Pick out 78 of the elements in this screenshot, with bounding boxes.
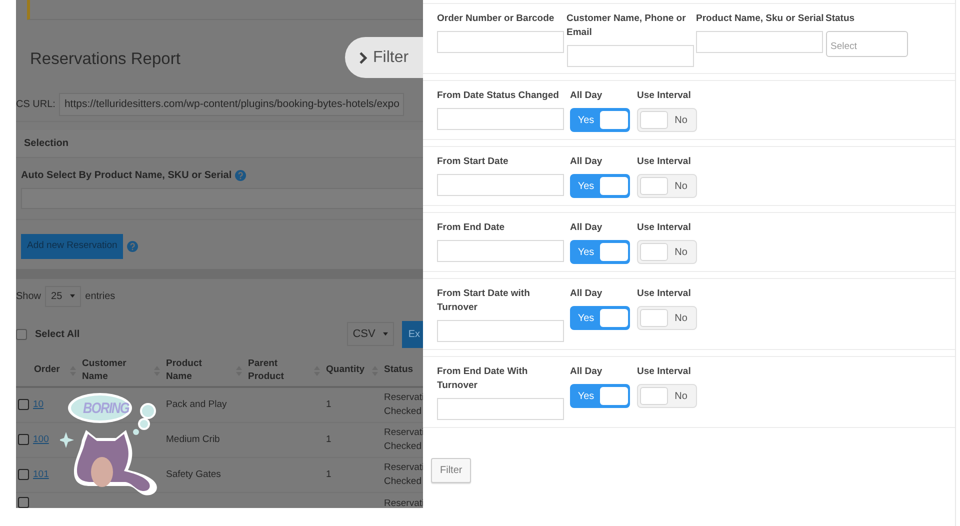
- field-label: From End Date With Turnover: [437, 365, 529, 393]
- url-field[interactable]: https://telluridesitters.com/wp-content/plugins/booking-bytes-hotels/expo: [59, 92, 404, 116]
- toggle-label: All Day: [570, 221, 602, 235]
- checkbox[interactable]: [16, 328, 27, 340]
- filter-button[interactable]: Filter: [431, 458, 472, 483]
- toggle-switch[interactable]: No: [637, 174, 697, 198]
- field-label: From Date Status Changed: [437, 89, 560, 103]
- export-button[interactable]: Ex: [402, 320, 423, 348]
- caret-icon: [383, 332, 388, 336]
- checkbox[interactable]: [18, 496, 29, 508]
- page-title: Reservations Report: [30, 49, 180, 70]
- checkbox[interactable]: [18, 434, 29, 445]
- help-icon: [127, 241, 138, 252]
- field-label: From Start Date with Turnover: [437, 287, 531, 315]
- entries-label: entries: [85, 290, 116, 304]
- column-header[interactable]: Parent Product: [248, 358, 300, 384]
- text-field[interactable]: [566, 45, 694, 67]
- caret-icon: [70, 294, 76, 298]
- url-label: CS URL:: [16, 98, 56, 112]
- order-link[interactable]: 100: [33, 432, 49, 446]
- toggle-switch[interactable]: Yes: [570, 240, 630, 264]
- date-field[interactable]: [437, 320, 564, 342]
- status-select[interactable]: Select: [826, 31, 908, 57]
- toggle-switch[interactable]: No: [637, 108, 697, 132]
- toggle-switch[interactable]: No: [637, 306, 697, 330]
- table-cell: Pack and Play: [166, 399, 227, 410]
- toggle-label: All Day: [570, 365, 602, 379]
- column-header[interactable]: Product Name: [166, 358, 218, 384]
- column-header[interactable]: Status: [384, 364, 414, 377]
- toggle-label: All Day: [570, 287, 602, 301]
- field-label: Status: [826, 12, 856, 26]
- toggle-label: All Day: [570, 89, 602, 103]
- table-cell: Safety Gates: [166, 468, 221, 480]
- text-field[interactable]: [696, 31, 823, 53]
- checkbox[interactable]: [18, 399, 29, 410]
- help-icon: [234, 170, 246, 181]
- date-field[interactable]: [437, 174, 564, 196]
- toggle-switch[interactable]: Yes: [570, 174, 630, 198]
- toggle-switch[interactable]: Yes: [570, 384, 630, 408]
- table-cell: 1: [326, 399, 332, 410]
- entries-select[interactable]: 25: [45, 286, 82, 306]
- field-label: From Start Date: [437, 155, 510, 169]
- date-field[interactable]: [437, 108, 564, 130]
- field-label: Product Name, Sku or Serial: [696, 12, 824, 26]
- toggle-switch[interactable]: Yes: [570, 306, 630, 330]
- column-header[interactable]: Order: [34, 364, 60, 377]
- toggle-label: Use Interval: [637, 221, 691, 235]
- field-label: Order Number or Barcode: [437, 12, 556, 26]
- toggle-label: Use Interval: [637, 365, 691, 379]
- toggle-label: Use Interval: [637, 89, 691, 103]
- checkbox[interactable]: [18, 468, 29, 480]
- order-link[interactable]: 101: [33, 468, 49, 482]
- text-field[interactable]: [437, 31, 564, 53]
- field-label: Auto Select By Product Name, SKU or Serial: [21, 169, 232, 183]
- field-label: From End Date: [437, 221, 506, 235]
- toggle-label: Use Interval: [637, 155, 691, 169]
- format-select[interactable]: CSV: [346, 322, 394, 346]
- table-cell: 1: [326, 434, 332, 445]
- date-field[interactable]: [437, 398, 564, 420]
- add-reservation-button[interactable]: Add new Reservation: [21, 234, 124, 259]
- toggle-switch[interactable]: Yes: [570, 108, 630, 132]
- toggle-switch[interactable]: No: [637, 240, 697, 264]
- toggle-label: All Day: [570, 155, 602, 169]
- toggle-switch[interactable]: No: [637, 384, 697, 408]
- column-header[interactable]: Customer Name: [82, 358, 134, 384]
- filter-tab[interactable]: Filter: [345, 37, 423, 78]
- date-field[interactable]: [437, 240, 564, 262]
- auto-select-field[interactable]: [21, 188, 423, 209]
- column-header[interactable]: Quantity: [326, 364, 365, 377]
- show-label: Show: [16, 290, 42, 304]
- chevron-right-icon: [359, 52, 368, 64]
- select-all-label: Select All: [35, 328, 80, 342]
- toggle-label: Use Interval: [637, 287, 691, 301]
- table-cell: 1: [326, 468, 332, 480]
- table-cell: Medium Crib: [166, 434, 220, 445]
- order-link[interactable]: 10: [33, 398, 44, 412]
- sticker-text: BORING: [83, 399, 129, 419]
- field-label: Customer Name, Phone or Email: [566, 12, 687, 40]
